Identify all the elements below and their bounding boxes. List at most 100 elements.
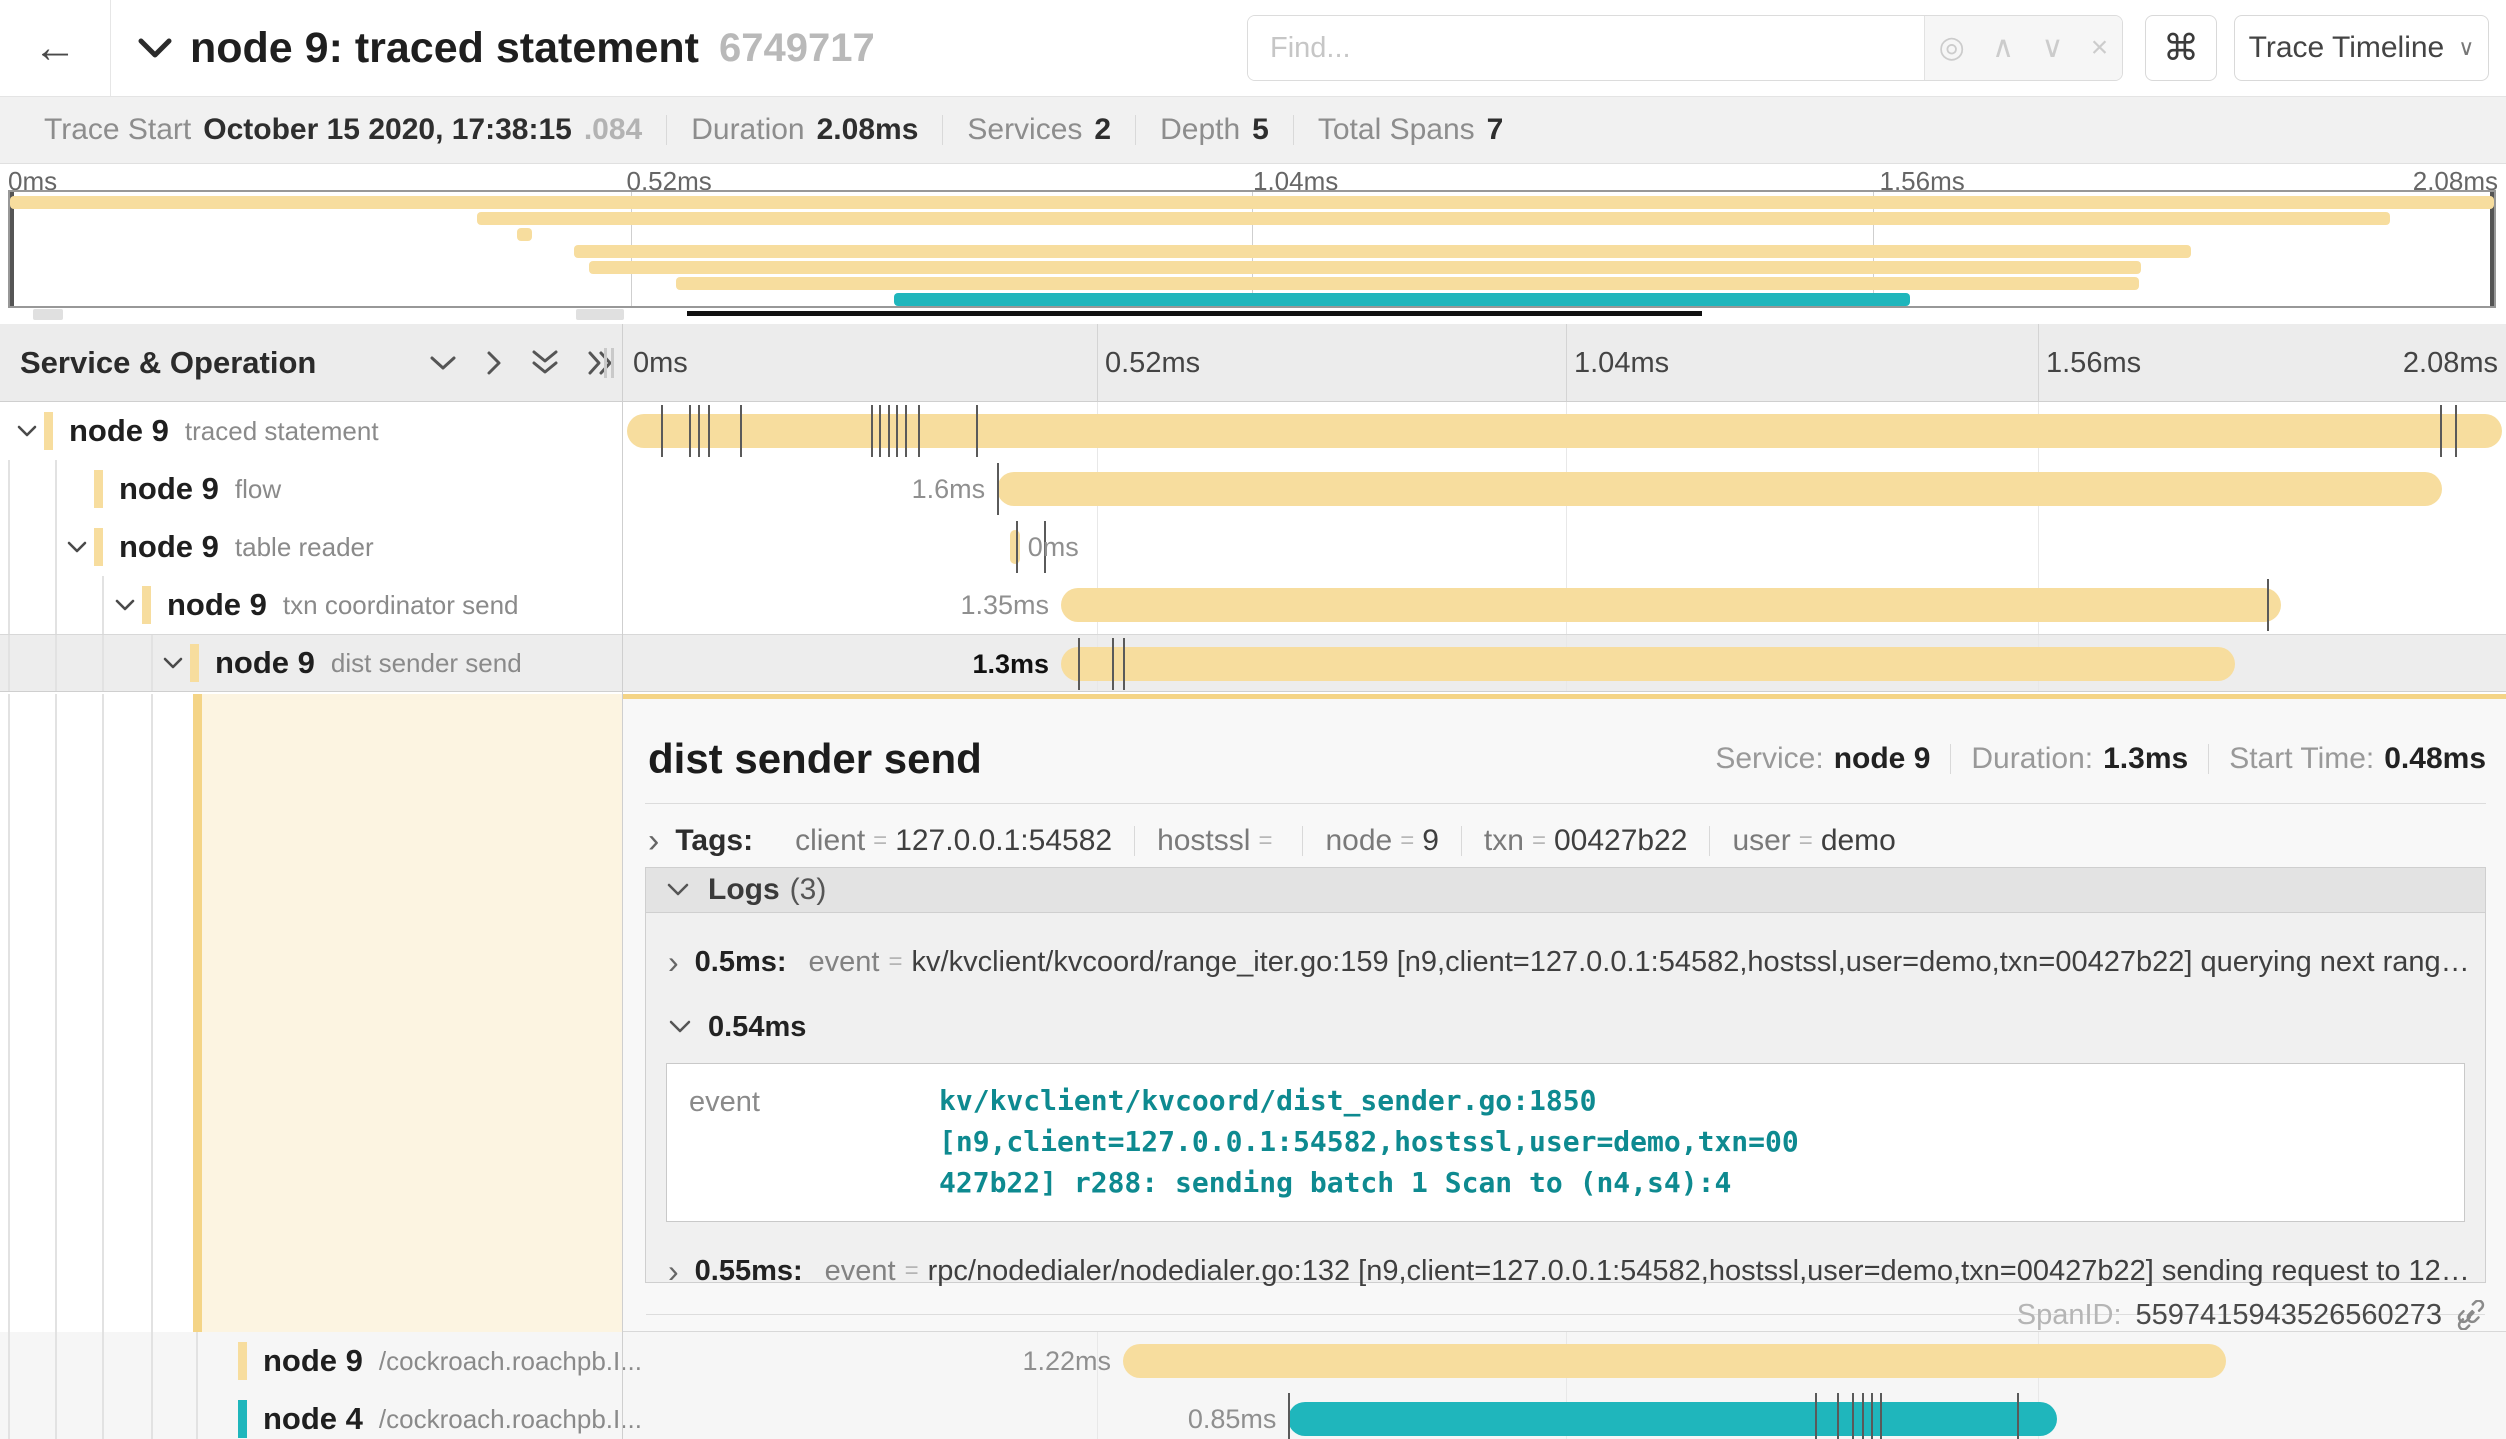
span-row[interactable]: node 4/cockroach.roachpb.I...0.85ms <box>0 1390 2506 1439</box>
minimap-span-bar <box>589 261 2142 274</box>
find-input[interactable] <box>1248 16 1924 80</box>
span-row-name-cell[interactable]: node 9/cockroach.roachpb.I... <box>0 1332 622 1390</box>
log-entry-collapsed[interactable]: › 0.5ms: event = kv/kvclient/kvcoord/ran… <box>646 939 2485 985</box>
minimap-left-drag-handle[interactable] <box>10 192 14 306</box>
row-collapse-chevron-icon[interactable] <box>16 424 38 438</box>
equals-sign: = <box>1532 829 1546 853</box>
span-row[interactable]: node 9txn coordinator send 1.35ms <box>0 576 2506 634</box>
detail-left-gutter <box>0 694 622 1332</box>
clear-search-icon[interactable]: × <box>2091 33 2109 63</box>
span-row[interactable]: node 9/cockroach.roachpb.I...1.22ms <box>0 1332 2506 1390</box>
minimap-scrub-handle[interactable] <box>33 309 63 320</box>
span-row-timeline-cell[interactable]: 1.3ms <box>623 635 2506 691</box>
log-marker-tick <box>871 405 873 457</box>
timeline-gridline <box>2038 324 2039 401</box>
logs-header[interactable]: Logs (3) <box>646 868 2485 913</box>
keyboard-shortcuts-button[interactable]: ⌘ <box>2145 15 2217 81</box>
span-color-swatch <box>238 1342 247 1380</box>
expand-one-icon[interactable] <box>484 349 504 377</box>
span-row-timeline-cell[interactable]: 1.22ms <box>623 1332 2506 1390</box>
trace-view-dropdown[interactable]: Trace Timeline ∨ <box>2234 15 2489 81</box>
span-bar[interactable] <box>1123 1344 2226 1378</box>
log-event-detail: event kv/kvclient/kvcoord/dist_sender.go… <box>666 1063 2465 1222</box>
tag-item[interactable]: node=9 <box>1302 826 1460 856</box>
log-marker-tick <box>1871 1393 1873 1439</box>
minimap-scroll-indicator[interactable] <box>687 311 1702 316</box>
tree-guide-line <box>196 1390 198 1439</box>
log-marker-tick <box>2267 579 2269 631</box>
row-collapse-chevron-icon[interactable] <box>66 540 88 554</box>
log-field-value: rpc/nodedialer/nodedialer.go:132 [n9,cli… <box>928 1255 2485 1288</box>
tree-guide-line <box>151 1332 153 1390</box>
span-row[interactable]: node 9table reader0ms <box>0 518 2506 576</box>
tree-guide-line <box>55 635 57 691</box>
tree-guide-line <box>102 1332 104 1390</box>
minimap-scrub-handle[interactable] <box>576 309 624 320</box>
collapse-one-icon[interactable] <box>428 353 458 373</box>
span-row-name-cell[interactable]: node 9flow <box>0 460 622 518</box>
find-controls: ◎ ∧ ∨ × <box>1924 16 2122 80</box>
link-icon[interactable] <box>2456 1300 2486 1330</box>
tag-item[interactable]: txn=00427b22 <box>1461 826 1710 856</box>
timeline-gridline <box>1097 324 1098 401</box>
span-color-swatch <box>94 528 103 566</box>
divider <box>645 803 2486 804</box>
logs-panel: Logs (3) › 0.5ms: event = kv/kvclient/kv… <box>645 867 2486 1283</box>
tag-item[interactable]: hostssl= <box>1134 826 1302 856</box>
minimap-right-drag-handle[interactable] <box>2490 192 2494 306</box>
span-bar[interactable] <box>1061 647 2235 681</box>
collapse-trace-chevron-icon[interactable] <box>138 37 172 59</box>
span-row-name-cell[interactable]: node 9txn coordinator send <box>0 576 622 634</box>
span-row-name-cell[interactable]: node 9table reader <box>0 518 622 576</box>
log-entry-expanded-header[interactable]: 0.54ms <box>646 1007 2485 1047</box>
row-collapse-chevron-icon[interactable] <box>162 656 184 670</box>
span-color-swatch <box>238 1400 247 1438</box>
log-marker-tick <box>1288 1393 1290 1439</box>
equals-sign: = <box>1799 829 1813 853</box>
summary-trace-start: Trace StartOctober 15 2020, 17:38:15.084 <box>20 115 666 145</box>
span-row-name-cell[interactable]: node 9dist sender send <box>0 635 622 691</box>
collapse-all-icon[interactable] <box>530 349 560 377</box>
span-name-wrap: node 4/cockroach.roachpb.I... <box>238 1390 642 1439</box>
span-row[interactable]: node 9dist sender send1.3ms <box>0 634 2506 692</box>
back-button[interactable]: ← <box>0 0 111 96</box>
span-operation-name: txn coordinator send <box>283 590 519 621</box>
span-row-timeline-cell[interactable]: 0.85ms <box>623 1390 2506 1439</box>
trace-id-short: 6749717 <box>719 26 875 71</box>
tag-item[interactable]: user=demo <box>1709 826 1917 856</box>
minimap-canvas[interactable] <box>8 190 2496 308</box>
tree-guide-line <box>151 1390 153 1439</box>
service-operation-header: Service & Operation <box>20 324 316 402</box>
log-entry-collapsed[interactable]: › 0.55ms: event = rpc/nodedialer/nodedia… <box>646 1248 2485 1294</box>
span-row-timeline-cell[interactable]: 1.6ms <box>623 460 2506 518</box>
row-collapse-chevron-icon[interactable] <box>114 598 136 612</box>
span-bar[interactable] <box>1061 588 2280 622</box>
locate-icon[interactable]: ◎ <box>1939 33 1965 63</box>
span-row[interactable]: node 9traced statement <box>0 402 2506 460</box>
column-resizer-handle[interactable] <box>604 348 616 378</box>
span-row[interactable]: node 9flow1.6ms <box>0 460 2506 518</box>
find-group: ◎ ∧ ∨ × <box>1247 15 2123 81</box>
log-marker-tick <box>2440 405 2442 457</box>
span-row-timeline-cell[interactable]: 1.35ms <box>623 576 2506 634</box>
tag-item[interactable]: client=127.0.0.1:54582 <box>773 826 1134 856</box>
log-marker-tick <box>708 405 710 457</box>
tags-row[interactable]: › Tags: client=127.0.0.1:54582hostssl=no… <box>648 817 1918 865</box>
span-operation-name: /cockroach.roachpb.I... <box>379 1404 642 1435</box>
span-name-wrap: node 9traced statement <box>44 402 379 460</box>
span-row-timeline-cell[interactable]: 0ms <box>623 518 2506 576</box>
span-bar[interactable] <box>997 472 2442 506</box>
span-name-wrap: node 9txn coordinator send <box>142 576 519 634</box>
span-bar[interactable] <box>1288 1402 2057 1436</box>
span-row-timeline-cell[interactable] <box>623 402 2506 460</box>
selected-span-detail-fill <box>202 694 622 1332</box>
prev-result-icon[interactable]: ∧ <box>1992 33 2014 63</box>
log-marker-tick <box>1862 1393 1864 1439</box>
timeline-gridline <box>1097 518 1098 576</box>
tree-guide-line <box>102 576 104 634</box>
span-id-row: SpanID: 5597415943526560273 <box>2017 1295 2486 1335</box>
span-row-name-cell[interactable]: node 9traced statement <box>0 402 622 460</box>
span-bar[interactable] <box>627 414 2502 448</box>
span-row-name-cell[interactable]: node 4/cockroach.roachpb.I... <box>0 1390 622 1439</box>
next-result-icon[interactable]: ∨ <box>2041 33 2063 63</box>
